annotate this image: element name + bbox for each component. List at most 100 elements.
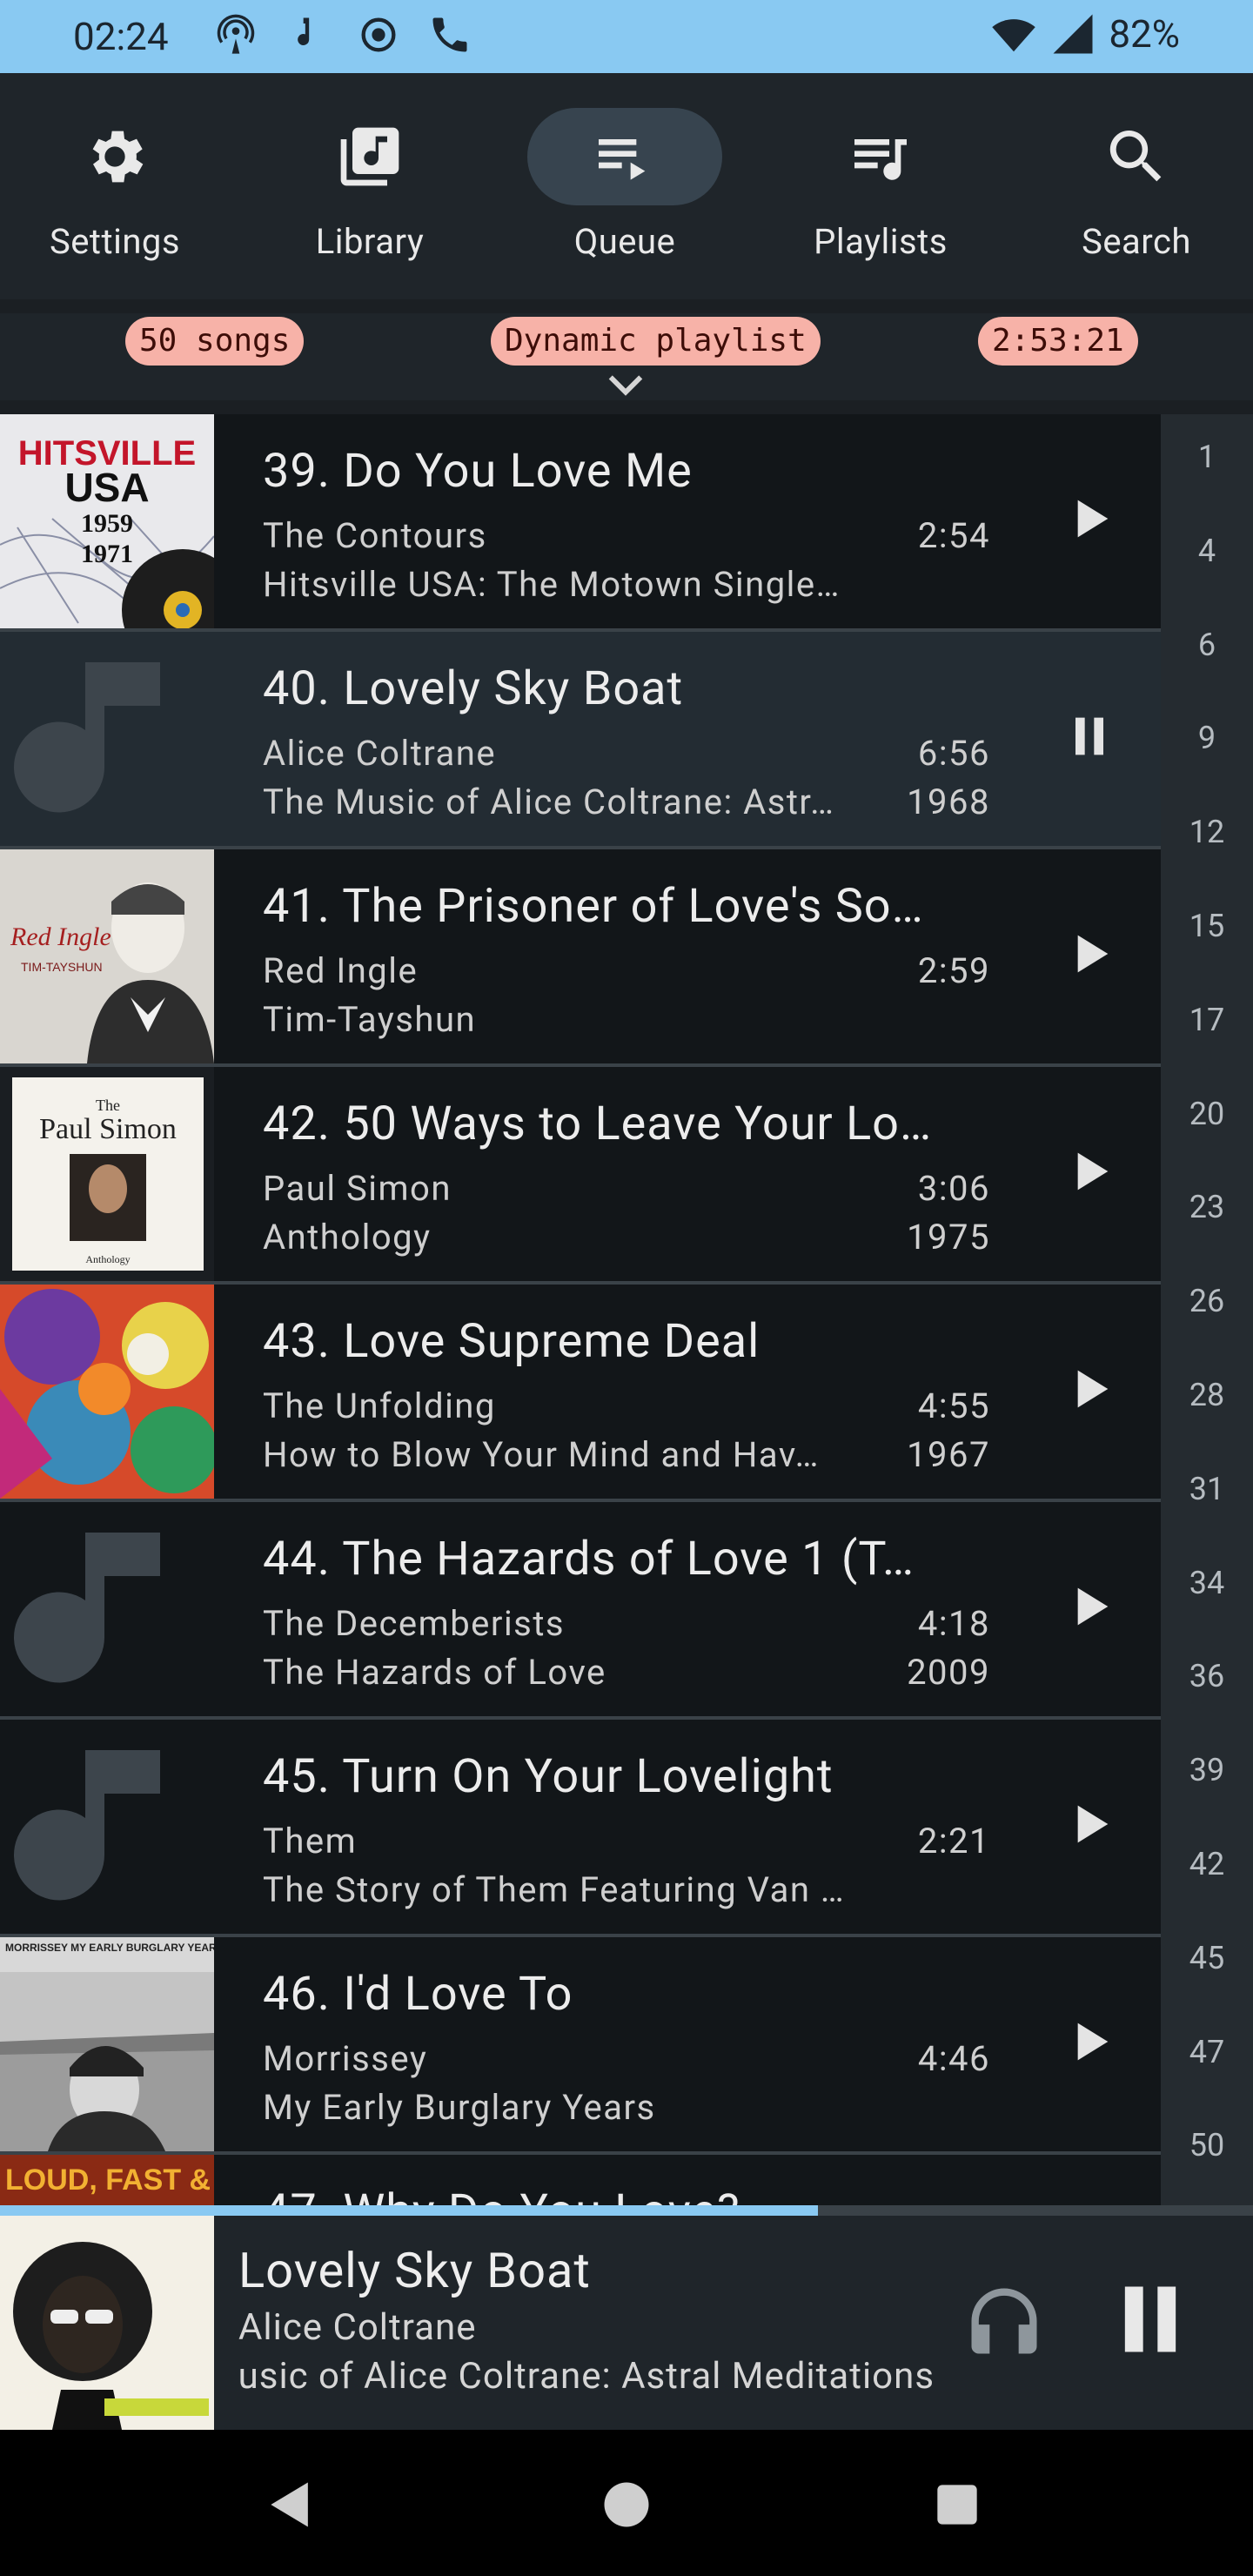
playback-progress[interactable] <box>0 2205 1253 2216</box>
play-icon[interactable] <box>1062 1579 1117 1634</box>
song-year: 1968 <box>907 782 990 822</box>
song-title: 42. 50 Ways to Leave Your Lo… <box>263 1097 933 1151</box>
back-icon[interactable] <box>261 2475 320 2534</box>
album-art <box>0 1285 214 1499</box>
svg-text:TIM-TAYSHUN: TIM-TAYSHUN <box>21 960 103 974</box>
nav-search[interactable]: Search <box>1032 108 1241 262</box>
gear-icon <box>92 131 144 183</box>
song-artist: Paul Simon <box>263 1168 452 1209</box>
song-artist: The Unfolding <box>263 1385 496 1426</box>
svg-text:1959: 1959 <box>81 509 133 538</box>
pause-icon[interactable] <box>1062 708 1117 764</box>
battery-level: 82% <box>1109 11 1180 57</box>
song-title: 40. Lovely Sky Boat <box>263 661 684 716</box>
song-album: Anthology <box>263 1217 432 1258</box>
song-album: How to Blow Your Mind and Hav… <box>263 1434 820 1475</box>
album-art-placeholder <box>0 1720 214 1934</box>
queue-list[interactable]: HITSVILLE USA 1959 1971 39. Do You Love … <box>0 414 1161 2207</box>
svg-text:Anthology: Anthology <box>85 1253 130 1265</box>
nav-label: Search <box>1082 221 1191 262</box>
queue-row-current[interactable]: 40. Lovely Sky Boat Alice Coltrane 6:56 … <box>0 632 1161 849</box>
album-art: The Paul Simon Anthology <box>0 1067 214 1281</box>
nav-queue[interactable]: Queue <box>520 108 729 262</box>
nav-playlists[interactable]: Playlists <box>776 108 985 262</box>
nav-library[interactable]: Library <box>265 108 474 262</box>
scroll-index-label: 23 <box>1189 1189 1225 1226</box>
queue-row[interactable]: 43. Love Supreme Deal The Unfolding 4:55… <box>0 1285 1161 1502</box>
song-artist: Red Ingle <box>263 950 419 991</box>
song-duration: 2:54 <box>917 515 990 556</box>
system-navigation-bar <box>0 2430 1253 2576</box>
now-playing-artist: Alice Coltrane <box>238 2306 477 2349</box>
nav-label: Playlists <box>814 221 948 262</box>
wifi-icon <box>992 19 1036 52</box>
now-playing-title: Lovely Sky Boat <box>238 2242 591 2299</box>
queue-row[interactable]: MORRISSEY MY EARLY BURGLARY YEARS 46. I'… <box>0 1937 1161 2155</box>
song-duration: 2:21 <box>917 1821 990 1862</box>
podcast-icon <box>217 14 255 54</box>
svg-text:LOUD, FAST & OUT OF: LOUD, FAST & OUT OF <box>5 2163 214 2197</box>
play-icon[interactable] <box>1062 1361 1117 1417</box>
song-album: Tim-Tayshun <box>263 999 477 1040</box>
now-playing-bar[interactable]: Lovely Sky Boat Alice Coltrane The Music… <box>0 2216 1253 2430</box>
song-artist: The Decemberists <box>263 1603 566 1644</box>
song-duration: 4:46 <box>917 2038 990 2079</box>
play-icon[interactable] <box>1062 1144 1117 1199</box>
song-artist: Them <box>263 1821 358 1862</box>
song-album: Hitsville USA: The Motown Single… <box>263 564 841 605</box>
song-album: The Hazards of Love <box>263 1652 606 1693</box>
play-icon[interactable] <box>1062 926 1117 982</box>
status-notification-icons <box>213 12 472 57</box>
song-year: 1975 <box>907 1217 990 1258</box>
play-icon[interactable] <box>1062 2014 1117 2070</box>
scroll-index-label: 31 <box>1189 1470 1225 1507</box>
album-art: Red Ingle TIM-TAYSHUN <box>0 849 214 1063</box>
scroll-index-label: 15 <box>1189 908 1225 944</box>
scroll-index-label: 28 <box>1189 1377 1225 1413</box>
queue-row[interactable]: 44. The Hazards of Love 1 (T… The Decemb… <box>0 1502 1161 1720</box>
queue-row[interactable]: Red Ingle TIM-TAYSHUN 41. The Prisoner o… <box>0 849 1161 1067</box>
scroll-index-label: 4 <box>1197 532 1216 569</box>
song-title: 45. Turn On Your Lovelight <box>263 1749 834 1804</box>
nav-label: Queue <box>573 221 676 262</box>
queue-row[interactable]: The Paul Simon Anthology 42. 50 Ways to … <box>0 1067 1161 1285</box>
song-title: 47. Why Do You Love? <box>263 2184 740 2207</box>
album-art-placeholder <box>0 1502 214 1716</box>
queue-row[interactable]: LOUD, FAST & OUT OF 47. Why Do You Love? <box>0 2155 1161 2207</box>
scroll-index-label: 6 <box>1197 626 1216 663</box>
song-title: 39. Do You Love Me <box>263 444 693 499</box>
nav-label: Library <box>315 221 425 262</box>
queue-play-icon <box>599 139 646 180</box>
play-icon[interactable] <box>1062 491 1117 547</box>
song-album: The Music of Alice Coltrane: Astr… <box>263 782 835 822</box>
queue-row[interactable]: 45. Turn On Your Lovelight Them 2:21 The… <box>0 1720 1161 1937</box>
queue-row[interactable]: HITSVILLE USA 1959 1971 39. Do You Love … <box>0 414 1161 632</box>
song-title: 43. Love Supreme Deal <box>263 1314 761 1369</box>
nav-settings[interactable]: Settings <box>10 108 219 262</box>
total-duration-chip: 2:53:21 <box>978 317 1138 366</box>
now-playing-album-art <box>0 2216 214 2430</box>
song-album: The Story of Them Featuring Van … <box>263 1869 846 1910</box>
search-icon <box>1109 131 1162 182</box>
headphones-icon[interactable] <box>961 2273 1048 2369</box>
library-music-icon <box>340 127 399 186</box>
scroll-index-label: 26 <box>1189 1283 1225 1320</box>
svg-text:Paul Simon: Paul Simon <box>39 1113 177 1145</box>
song-duration: 4:18 <box>917 1603 990 1644</box>
scroll-index-label: 50 <box>1189 2127 1225 2164</box>
song-artist: Morrissey <box>263 2038 428 2079</box>
record-icon <box>361 17 396 52</box>
home-icon[interactable] <box>597 2475 656 2534</box>
scroll-index-label: 34 <box>1189 1564 1225 1601</box>
playlist-music-icon <box>854 139 907 180</box>
fast-scroll-index[interactable]: 1 4 6 9 12 15 17 20 23 26 28 31 34 36 39 42 45 47 50 <box>1161 414 1253 2207</box>
phone-icon <box>432 17 467 52</box>
playback-progress-fill <box>0 2205 819 2216</box>
play-icon[interactable] <box>1062 1796 1117 1852</box>
dynamic-playlist-chip[interactable]: Dynamic playlist <box>491 317 821 366</box>
album-art: LOUD, FAST & OUT OF <box>0 2155 214 2207</box>
music-note-icon <box>0 1720 214 1934</box>
chevron-down-icon[interactable] <box>606 371 646 400</box>
pause-icon[interactable] <box>1107 2271 1194 2367</box>
recents-icon[interactable] <box>928 2475 987 2534</box>
